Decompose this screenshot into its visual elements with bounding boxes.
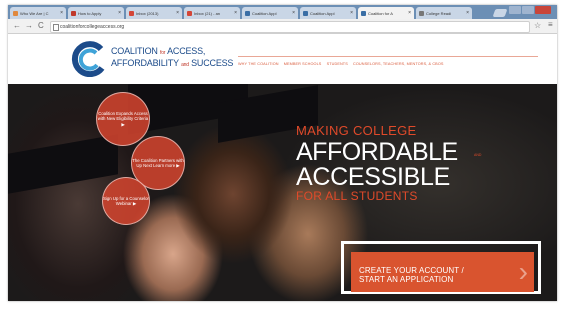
- headline-and: AND: [474, 153, 482, 157]
- tab-favicon-icon: [187, 11, 192, 16]
- tab-close-icon[interactable]: ×: [234, 10, 237, 16]
- browser-tab[interactable]: College Readi ×: [416, 7, 472, 19]
- news-circle-eligibility[interactable]: Coalition Expands Access with New Eligib…: [96, 92, 150, 146]
- bookmark-star-icon[interactable]: ☆: [534, 21, 541, 30]
- tab-favicon-icon: [129, 11, 134, 16]
- chevron-right-icon: ›: [518, 256, 528, 287]
- nav-item-students[interactable]: STUDENTS: [327, 62, 348, 66]
- coalition-logo-icon[interactable]: [71, 41, 107, 77]
- page-icon: [53, 24, 59, 31]
- tab-title: College Readi: [426, 11, 452, 16]
- news-circle-webinar[interactable]: Sign Up for a Counselor Webinar ▶: [102, 177, 150, 225]
- logo-word-for: for: [160, 50, 166, 56]
- news-circle-text: Sign Up for a Counselor Webinar ▶: [103, 195, 149, 206]
- screenshot-frame: Who We Are | C × How to Apply × Inbox (2…: [8, 5, 557, 301]
- logo-word-coalition: COALITION: [111, 46, 158, 56]
- news-circle-text: Coalition Expands Access with New Eligib…: [97, 111, 149, 127]
- minimize-button[interactable]: [509, 6, 521, 14]
- headline-making-college: MAKING COLLEGE: [296, 123, 417, 138]
- headline-accessible: ACCESSIBLE: [296, 163, 451, 191]
- url-text: coalitionforcollegeaccess.org: [60, 24, 125, 30]
- tab-close-icon[interactable]: ×: [350, 10, 353, 16]
- tab-close-icon[interactable]: ×: [466, 10, 469, 16]
- maximize-button[interactable]: [522, 6, 534, 14]
- nav-item-member-schools[interactable]: MEMBER SCHOOLS: [284, 62, 322, 66]
- tab-favicon-icon: [361, 11, 366, 16]
- browser-tab[interactable]: Coalition Appl ×: [300, 7, 356, 19]
- tab-favicon-icon: [419, 11, 424, 16]
- window-controls: [508, 6, 551, 15]
- news-circle-text: The Coalition Partners with Up Next Lear…: [132, 157, 184, 168]
- tab-close-icon[interactable]: ×: [118, 10, 121, 16]
- nav-item-why-the-coalition[interactable]: WHY THE COALITION: [238, 62, 279, 66]
- site-header: COALITION for ACCESS, AFFORDABILITY and …: [8, 34, 557, 84]
- window-close-button[interactable]: [535, 6, 551, 14]
- tab-title: Coalition Appl: [310, 11, 335, 16]
- tab-close-icon[interactable]: ×: [408, 10, 411, 16]
- cta-line-1: CREATE YOUR ACCOUNT /: [359, 266, 464, 275]
- browser-tab[interactable]: How to Apply ×: [68, 7, 124, 19]
- cta-line-2: START AN APPLICATION: [359, 275, 454, 284]
- main-nav: WHY THE COALITION MEMBER SCHOOLS STUDENT…: [238, 62, 538, 66]
- tab-close-icon[interactable]: ×: [292, 10, 295, 16]
- back-arrow-icon[interactable]: ←: [13, 21, 21, 30]
- tab-close-icon[interactable]: ×: [176, 10, 179, 16]
- tab-title: How to Apply: [78, 11, 102, 16]
- cta-panel[interactable]: CREATE YOUR ACCOUNT / START AN APPLICATI…: [351, 252, 534, 292]
- logo-word-affordability: AFFORDABILITY: [111, 58, 179, 68]
- browser-menu-icon[interactable]: ≡: [548, 20, 553, 29]
- browser-tab[interactable]: Coalition Appl ×: [242, 7, 298, 19]
- logo-word-success: SUCCESS: [191, 58, 234, 68]
- reload-icon[interactable]: C: [38, 21, 44, 30]
- tab-favicon-icon: [245, 11, 250, 16]
- header-divider: [238, 56, 538, 57]
- tab-favicon-icon: [13, 11, 18, 16]
- forward-arrow-icon[interactable]: →: [25, 21, 33, 30]
- address-bar[interactable]: coalitionforcollegeaccess.org: [50, 21, 530, 33]
- tab-title: Who We Are | C: [20, 11, 49, 16]
- logo-word-and: and: [181, 62, 189, 68]
- logo-word-access: ACCESS,: [167, 46, 206, 56]
- cta-label: CREATE YOUR ACCOUNT / START AN APPLICATI…: [359, 266, 464, 284]
- tab-favicon-icon: [303, 11, 308, 16]
- browser-tab[interactable]: Inbox (21) - an ×: [184, 7, 240, 19]
- tab-title: Inbox (2013): [136, 11, 159, 16]
- tab-title: Coalition Appl: [252, 11, 277, 16]
- tab-title: Coalition for A: [368, 11, 393, 16]
- nav-item-counselors[interactable]: COUNSELORS, TEACHERS, MENTORS, & CBOS: [353, 62, 443, 66]
- browser-tab-active[interactable]: Coalition for A ×: [358, 7, 414, 19]
- browser-tab[interactable]: Who We Are | C ×: [10, 7, 66, 19]
- tab-close-icon[interactable]: ×: [60, 10, 63, 16]
- browser-tab[interactable]: Inbox (2013) ×: [126, 7, 182, 19]
- browser-tab-strip: Who We Are | C × How to Apply × Inbox (2…: [8, 5, 557, 19]
- site-logo-text[interactable]: COALITION for ACCESS, AFFORDABILITY and …: [111, 46, 233, 70]
- create-account-cta[interactable]: CREATE YOUR ACCOUNT / START AN APPLICATI…: [341, 241, 541, 294]
- tab-favicon-icon: [71, 11, 76, 16]
- headline-for-all-students: FOR ALL STUDENTS: [296, 189, 418, 203]
- graduation-cap-shape: [8, 134, 118, 194]
- new-tab-button[interactable]: [492, 9, 508, 17]
- browser-toolbar: ← → C coalitionforcollegeaccess.org ☆ ≡: [8, 19, 557, 34]
- tab-title: Inbox (21) - an: [194, 11, 221, 16]
